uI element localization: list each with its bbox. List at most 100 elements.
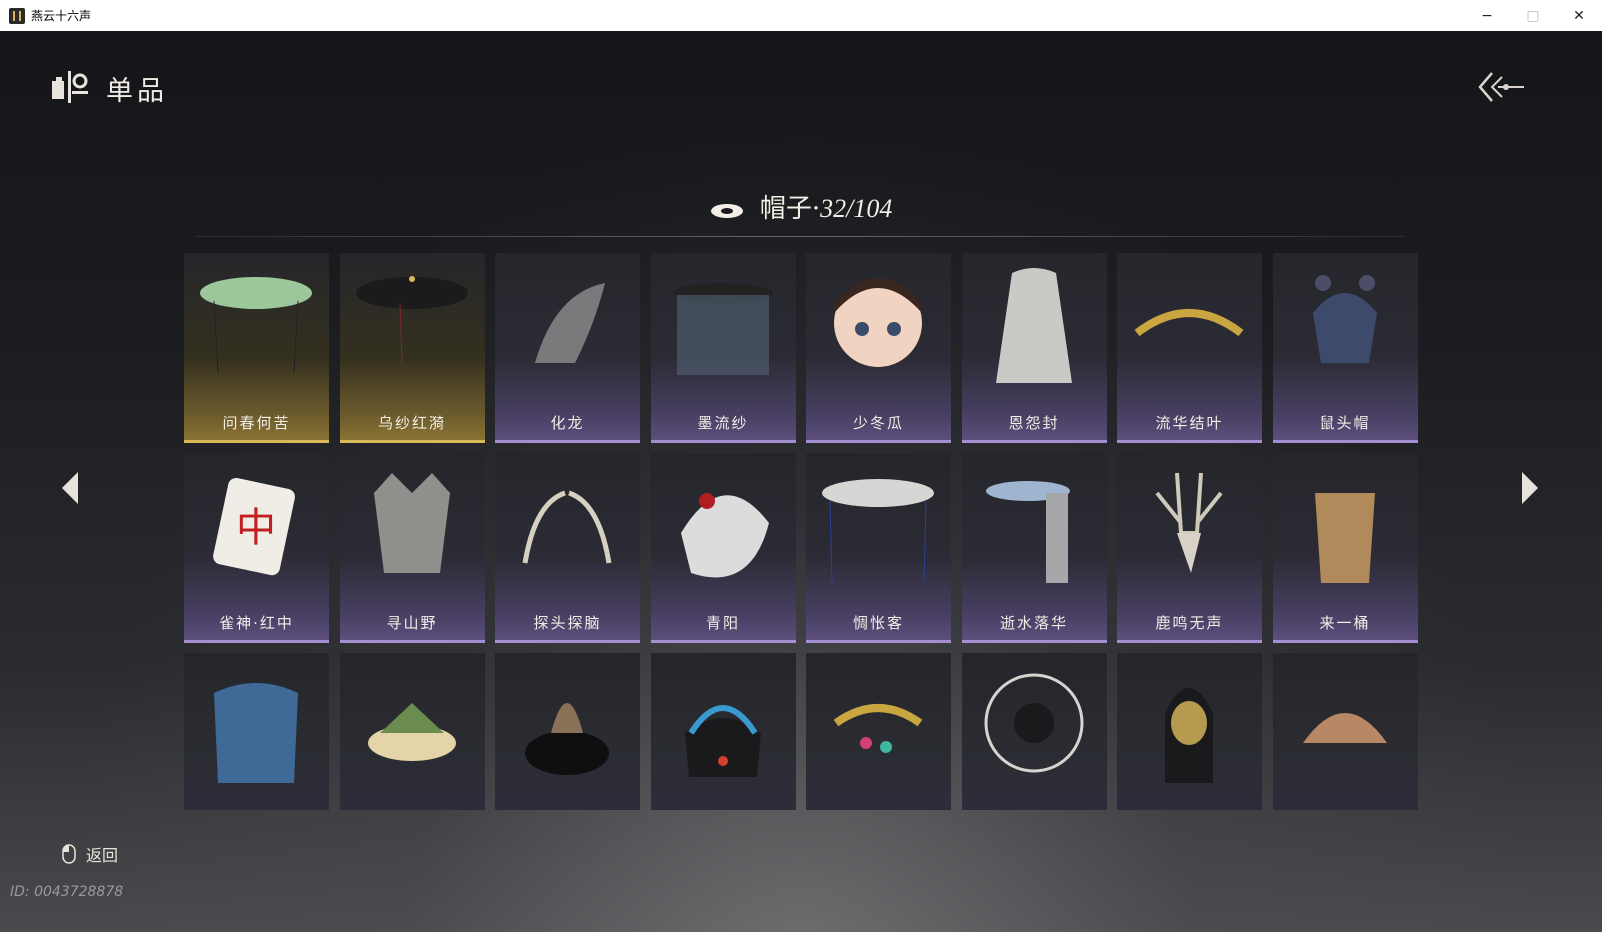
item-name: 问春何苦 bbox=[222, 414, 291, 432]
close-button[interactable]: ✕ bbox=[1556, 0, 1602, 31]
divider bbox=[196, 236, 1404, 237]
item-name: 来一桶 bbox=[1319, 614, 1371, 632]
wire-fan-hat-icon bbox=[984, 673, 1083, 773]
item-card[interactable]: 鹿鸣无声 bbox=[1117, 453, 1262, 643]
rarity-bar bbox=[184, 440, 329, 443]
rarity-bar bbox=[650, 440, 796, 443]
item-name: 流华结叶 bbox=[1155, 414, 1224, 432]
item-card[interactable]: 青阳 bbox=[650, 453, 796, 643]
item-card[interactable]: 探头探脑 bbox=[495, 453, 640, 643]
feathers-icon bbox=[522, 490, 612, 564]
item-name: 探头探脑 bbox=[533, 614, 602, 632]
item-card[interactable] bbox=[1117, 653, 1262, 810]
golden-wreath-icon bbox=[1134, 309, 1244, 337]
item-card[interactable]: 问春何苦 bbox=[184, 253, 329, 443]
category-name: 帽子· bbox=[759, 194, 821, 224]
rarity-bar bbox=[339, 640, 485, 643]
rarity-bar bbox=[961, 440, 1107, 443]
phoenix-crown-icon bbox=[684, 705, 761, 777]
item-card[interactable] bbox=[806, 653, 951, 810]
deer-skull-icon bbox=[1155, 472, 1223, 573]
item-name: 雀神·红中 bbox=[219, 614, 294, 632]
mouse-hat-icon bbox=[1312, 275, 1377, 363]
item-card[interactable]: 鼠头帽 bbox=[1272, 253, 1418, 443]
item-name: 恩怨封 bbox=[1008, 414, 1060, 432]
item-card[interactable] bbox=[339, 653, 485, 810]
item-card[interactable]: 墨流纱 bbox=[650, 253, 796, 443]
maximize-button[interactable]: □ bbox=[1510, 0, 1556, 31]
page-title: 单品 bbox=[106, 76, 168, 107]
rarity-bar bbox=[495, 440, 640, 443]
item-card[interactable]: 化龙 bbox=[495, 253, 640, 443]
fur-hat-icon bbox=[525, 703, 609, 775]
item-card[interactable]: 中雀神·红中 bbox=[184, 453, 329, 643]
item-name: 鹿鸣无声 bbox=[1155, 614, 1224, 632]
item-card[interactable] bbox=[961, 653, 1107, 810]
item-card[interactable]: 逝水落华 bbox=[961, 453, 1107, 643]
item-name: 乌纱红漪 bbox=[377, 414, 446, 432]
item-card[interactable] bbox=[495, 653, 640, 810]
rarity-bar bbox=[339, 440, 485, 443]
back-arrow-icon[interactable] bbox=[1478, 69, 1526, 105]
item-card[interactable]: 来一桶 bbox=[1272, 453, 1418, 643]
title-bar: 燕云十六声 − □ ✕ bbox=[0, 0, 1602, 32]
rarity-bar bbox=[1117, 640, 1262, 643]
rarity-bar bbox=[184, 640, 329, 643]
game-viewport: 单品 帽子·32/104 问春何苦 乌纱红漪 化龙 墨流纱 少冬瓜 恩怨封 流华结叶 鼠头帽中… bbox=[0, 31, 1602, 932]
item-card[interactable]: 流华结叶 bbox=[1117, 253, 1262, 443]
lace-hat-icon bbox=[985, 481, 1070, 583]
rarity-bar bbox=[495, 640, 640, 643]
item-name: 墨流纱 bbox=[697, 414, 749, 432]
black-veil-hat-icon bbox=[355, 276, 468, 364]
item-card[interactable] bbox=[1272, 653, 1418, 810]
jeweled-hairpiece-icon bbox=[833, 704, 923, 753]
game-window: 燕云十六声 − □ ✕ 单品 帽子·32/104 问春何苦 乌纱红漪 化龙 墨流… bbox=[0, 0, 1602, 932]
rarity-bar bbox=[806, 440, 951, 443]
item-card[interactable]: 少冬瓜 bbox=[806, 253, 951, 443]
rarity-bar bbox=[806, 640, 951, 643]
hat-icon bbox=[710, 204, 743, 218]
blue-cloak-hat-icon bbox=[214, 683, 298, 783]
minimize-button[interactable]: − bbox=[1464, 0, 1510, 31]
item-card[interactable] bbox=[650, 653, 796, 810]
item-name: 鼠头帽 bbox=[1319, 414, 1371, 432]
item-card[interactable]: 寻山野 bbox=[339, 453, 485, 643]
bucket-hat-icon bbox=[1314, 493, 1375, 583]
window-controls: − □ ✕ bbox=[1464, 0, 1602, 31]
doll-head-icon bbox=[834, 278, 922, 367]
item-name: 青阳 bbox=[705, 614, 740, 632]
prev-page-arrow-icon[interactable] bbox=[58, 468, 82, 508]
window-title: 燕云十六声 bbox=[31, 9, 92, 23]
item-card[interactable]: 惆怅客 bbox=[806, 453, 951, 643]
next-page-arrow-icon[interactable] bbox=[1518, 468, 1542, 508]
app-icon bbox=[9, 7, 25, 24]
item-name: 逝水落华 bbox=[999, 614, 1068, 632]
back-hint[interactable]: 返回 bbox=[62, 842, 118, 866]
item-name: 寻山野 bbox=[386, 614, 438, 632]
rarity-bar bbox=[1272, 440, 1418, 443]
white-hat-icon bbox=[680, 493, 769, 578]
zongzi-hat-icon bbox=[367, 703, 456, 761]
items-section-icon bbox=[52, 71, 88, 103]
golden-helmet-icon bbox=[1165, 688, 1213, 783]
rarity-bar bbox=[961, 640, 1107, 643]
item-card[interactable] bbox=[184, 653, 329, 810]
rarity-bar bbox=[1272, 640, 1418, 643]
dragon-head-icon bbox=[535, 283, 605, 363]
item-card[interactable]: 恩怨封 bbox=[961, 253, 1107, 443]
hood-icon bbox=[995, 268, 1072, 383]
mouse-icon bbox=[62, 844, 76, 864]
category-header: 帽子·32/104 bbox=[0, 188, 1602, 225]
back-label: 返回 bbox=[86, 846, 119, 865]
wooden-bowl-icon bbox=[1302, 713, 1387, 743]
item-name: 化龙 bbox=[550, 414, 585, 432]
item-card[interactable]: 乌纱红漪 bbox=[339, 253, 485, 443]
veil-hat-icon bbox=[672, 283, 773, 375]
svg-text:中: 中 bbox=[236, 505, 276, 551]
player-id: ID: 0043728878 bbox=[10, 884, 124, 900]
white-bamboo-hat-icon bbox=[822, 479, 934, 584]
item-grid: 问春何苦 乌纱红漪 化龙 墨流纱 少冬瓜 恩怨封 流华结叶 鼠头帽中雀神·红中 寻山野 探头探脑青… bbox=[184, 253, 1418, 820]
item-name: 少冬瓜 bbox=[852, 414, 904, 432]
rarity-bar bbox=[1117, 440, 1262, 443]
rarity-bar bbox=[650, 640, 796, 643]
